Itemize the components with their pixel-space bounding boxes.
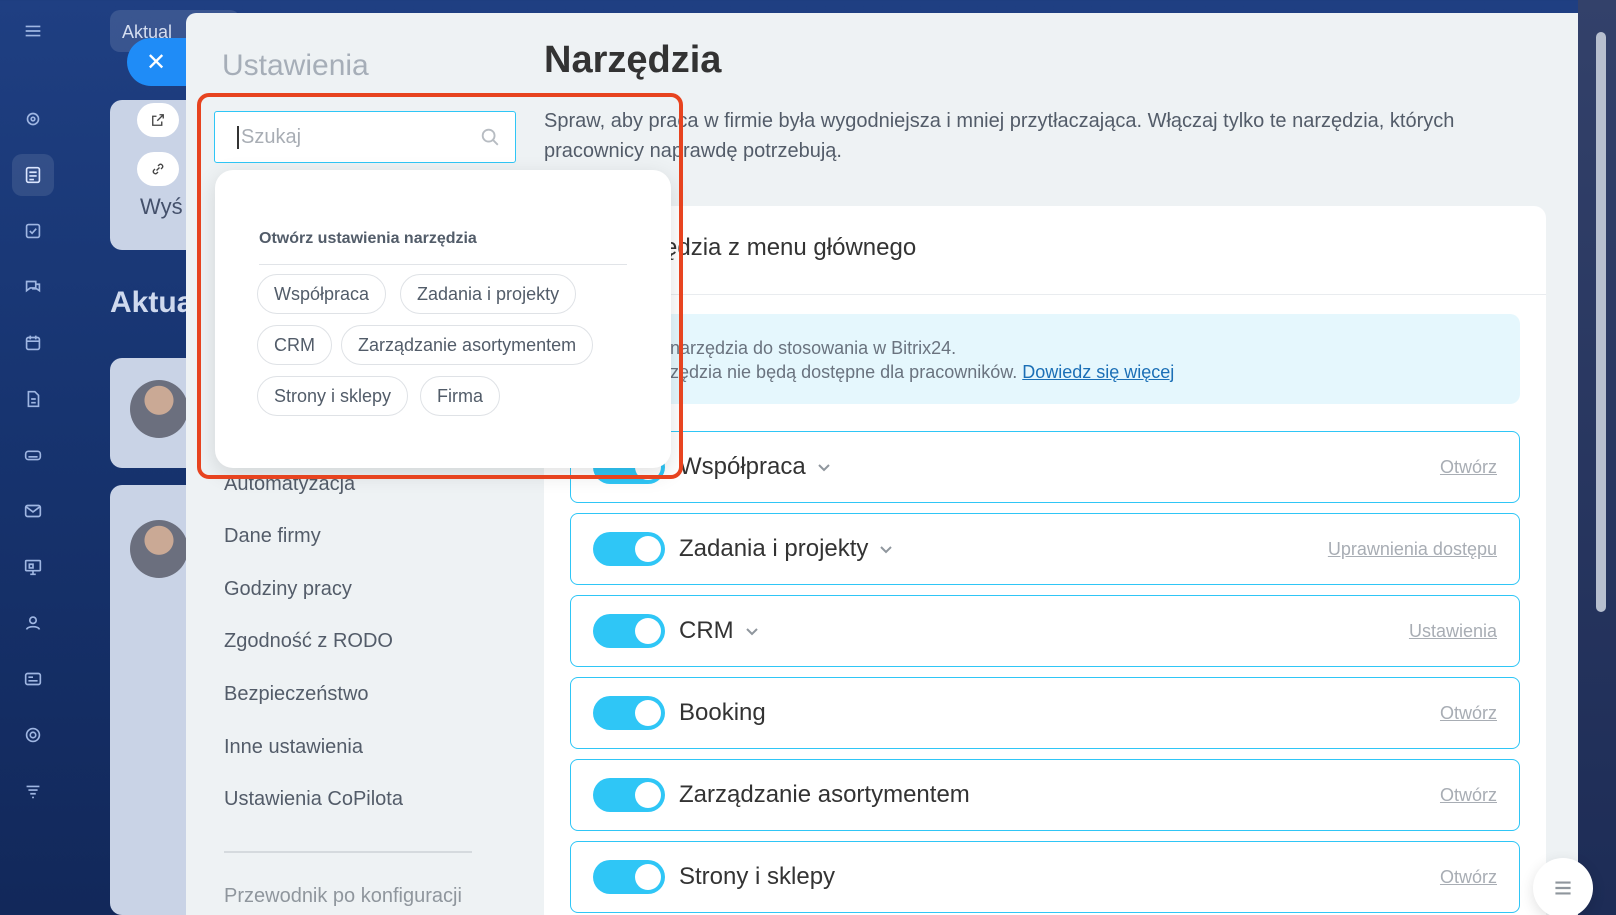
tool-row-inventory: Zarządzanie asortymentem Otwórz [570,759,1520,831]
section-divider [544,294,1546,295]
tools-section: zędzia z menu głównego narzędzia do stos… [544,206,1546,915]
tool-action-link[interactable]: Otwórz [1440,703,1497,724]
tool-action-link[interactable]: Ustawienia [1409,621,1497,642]
drive-icon[interactable] [12,434,54,476]
page-title: Narzędzia [544,39,722,81]
tool-label: Strony i sklepy [679,863,836,890]
configuration-guide-link[interactable]: Przewodnik po konfiguracji [224,885,462,908]
nav-item-working-hours[interactable]: Godziny pracy [224,578,352,601]
tool-action-link[interactable]: Otwórz [1440,867,1497,888]
chip-company[interactable]: Firma [420,376,500,416]
tool-action-link[interactable]: Otwórz [1440,457,1497,478]
tool-toggle[interactable] [593,532,665,566]
info-box: narzędzia do stosowania w Bitrix24. zędz… [570,314,1520,404]
tool-toggle[interactable] [593,614,665,648]
tool-row-booking: Booking Otwórz [570,677,1520,749]
nav-item-other-settings[interactable]: Inne ustawienia [224,736,363,759]
chip-inventory[interactable]: Zarządzanie asortymentem [341,325,594,365]
tool-row-sites-stores: Strony i sklepy Otwórz [570,841,1520,913]
avatar [130,380,188,438]
nav-item-security[interactable]: Bezpieczeństwo [224,683,369,706]
background-card-text: Wyś [140,194,183,219]
tool-label: Booking [679,699,766,726]
tool-toggle[interactable] [593,778,665,812]
mail-icon[interactable] [12,490,54,532]
chip-collaboration[interactable]: Współpraca [257,274,387,314]
external-link-icon [137,103,179,137]
close-button[interactable]: ✕ [127,38,191,86]
chevron-down-icon[interactable] [744,623,760,639]
nav-item-gdpr[interactable]: Zgodność z RODO [224,630,393,653]
left-rail [0,0,66,915]
tool-action-link[interactable]: Uprawnienia dostępu [1328,539,1497,560]
employees-icon[interactable] [12,602,54,644]
section-title: zędzia z menu głównego [652,234,917,261]
dropdown-divider [259,264,627,265]
feed-icon[interactable] [12,98,54,140]
tool-action-link[interactable]: Otwórz [1440,785,1497,806]
chip-tasks-projects[interactable]: Zadania i projekty [400,274,577,314]
chevron-down-icon[interactable] [816,459,832,475]
nav-divider [224,851,472,853]
sites-icon[interactable] [12,546,54,588]
tool-row-collaboration: Współpraca Otwórz [570,431,1520,503]
search-icon[interactable] [479,126,501,148]
link-icon [137,152,179,186]
tasks-icon[interactable] [12,210,54,252]
main-content: Narzędzia Spraw, aby praca w firmie była… [544,13,1578,915]
list-menu-button[interactable] [1533,858,1593,915]
filter-icon[interactable] [12,770,54,812]
target-icon[interactable] [12,714,54,756]
avatar [130,520,188,578]
close-icon: ✕ [145,48,167,76]
tool-label: Zarządzanie asortymentem [679,781,970,808]
dropdown-title: Otwórz ustawienia narzędzia [259,230,477,247]
list-icon [1555,881,1571,895]
hamburger-menu-icon[interactable] [12,10,54,52]
settings-panel: Ustawienia Automatyzacja Dane firmy Godz… [186,13,1578,915]
document-icon[interactable] [12,378,54,420]
crm-icon[interactable] [12,658,54,700]
chip-crm[interactable]: CRM [257,325,332,365]
background-heading: Aktua [110,286,194,319]
info-text: zędzia nie będą dostępne dla pracowników… [670,362,1023,382]
search-dropdown: Otwórz ustawienia narzędzia Współpraca Z… [215,170,671,468]
tool-label: Współpraca [679,453,806,480]
search-input[interactable] [237,125,467,149]
learn-more-link[interactable]: Dowiedz się więcej [1022,362,1174,382]
chat-icon[interactable] [12,266,54,308]
calendar-icon[interactable] [12,322,54,364]
scrollbar[interactable] [1596,32,1606,612]
tool-row-crm: CRM Ustawienia [570,595,1520,667]
panel-title: Ustawienia [222,49,369,82]
nav-item-copilot-settings[interactable]: Ustawienia CoPilota [224,788,403,811]
chevron-down-icon[interactable] [878,541,894,557]
chip-sites-stores[interactable]: Strony i sklepy [257,376,409,416]
info-line: zędzia nie będą dostępne dla pracowników… [670,360,1520,384]
info-line: narzędzia do stosowania w Bitrix24. [670,338,957,358]
page-description: Spraw, aby praca w firmie była wygodniej… [544,110,1455,162]
tool-toggle[interactable] [593,860,665,894]
nav-item-automation[interactable]: Automatyzacja [224,473,355,496]
tool-label: CRM [679,617,734,644]
nav-item-company-data[interactable]: Dane firmy [224,525,321,548]
search-field [214,111,516,163]
tool-row-tasks-projects: Zadania i projekty Uprawnienia dostępu [570,513,1520,585]
tool-label: Zadania i projekty [679,535,869,562]
tool-toggle[interactable] [593,696,665,730]
news-icon[interactable] [12,154,54,196]
